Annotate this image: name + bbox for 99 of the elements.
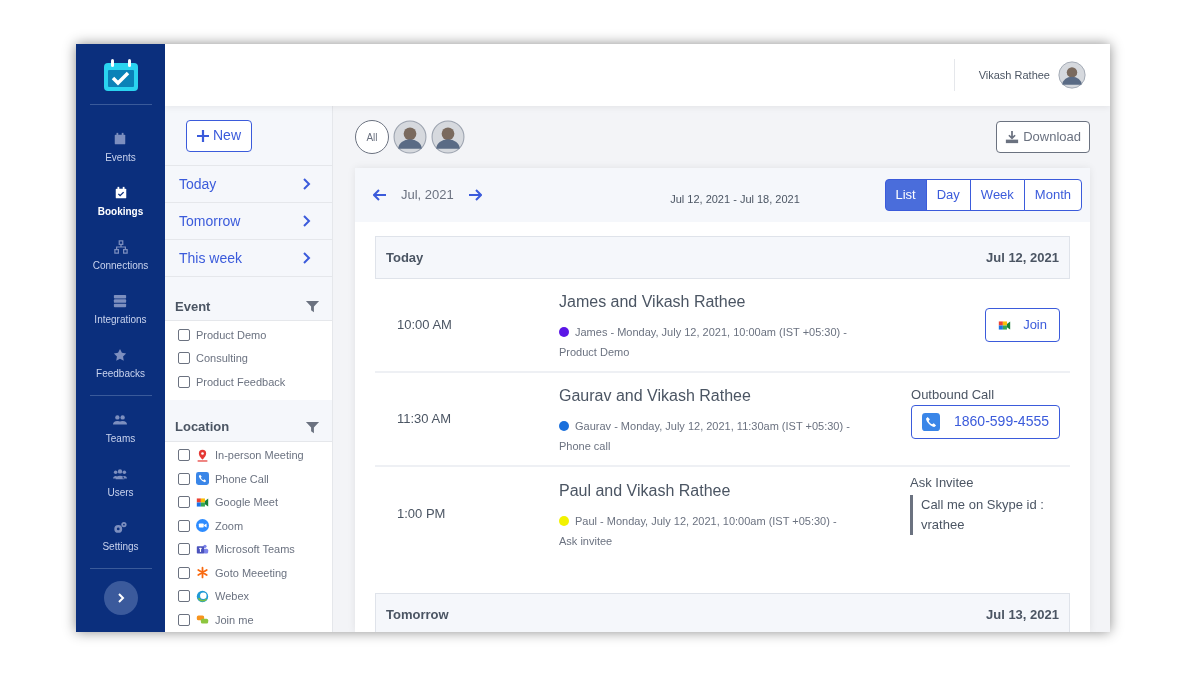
user-avatar[interactable] — [1058, 61, 1086, 89]
booking-details: James - Monday, July 12, 2021, 10:00am (IST +05:30) - — [575, 325, 847, 340]
filter-option-label[interactable]: Phone Call — [215, 470, 269, 487]
calendar-icon — [113, 131, 128, 146]
day-label: Tomorrow — [386, 605, 449, 624]
checkbox[interactable] — [178, 352, 190, 365]
arrow-left-icon[interactable] — [373, 189, 387, 201]
all-people-button[interactable]: All — [355, 120, 389, 154]
person-avatar[interactable] — [393, 120, 427, 154]
calendar-check-icon — [113, 185, 128, 200]
filter-option-label[interactable]: Zoom — [215, 517, 244, 534]
sphere-icon — [196, 589, 209, 603]
booking-time: 10:00 AM — [396, 316, 453, 335]
plus-icon — [197, 129, 209, 142]
sidebar-item[interactable]: Events — [105, 121, 136, 175]
video-camera-icon — [196, 495, 209, 509]
sidebar-item[interactable]: Teams — [102, 402, 139, 456]
checkbox[interactable] — [178, 449, 190, 462]
map-pin-icon — [196, 448, 209, 462]
filter-icon[interactable] — [305, 299, 320, 314]
checkbox[interactable] — [178, 543, 190, 556]
checkbox[interactable] — [178, 613, 190, 626]
filter-option-label[interactable]: In-person Meeting — [215, 447, 304, 464]
sidebar-item[interactable]: Feedbacks — [96, 337, 145, 391]
view-tab[interactable]: Month — [1023, 179, 1082, 211]
phone-icon — [922, 412, 940, 431]
download-button[interactable]: Download — [996, 121, 1090, 153]
filter-option-label[interactable]: Consulting — [196, 350, 248, 367]
sidebar-item[interactable]: Settings — [102, 510, 139, 564]
view-tab[interactable]: Week — [969, 179, 1025, 211]
phone-icon — [196, 472, 209, 486]
checkbox[interactable] — [178, 496, 190, 509]
chevron-right-icon — [302, 177, 312, 191]
quick-filter-item[interactable]: Today — [165, 166, 332, 203]
people-icon — [196, 542, 209, 556]
location-label: Outbound Call — [911, 386, 995, 405]
team-icon — [113, 412, 128, 427]
day-date: Jul 13, 2021 — [986, 605, 1059, 624]
booking-title[interactable]: Paul and Vikash Rathee — [559, 479, 910, 503]
new-button[interactable]: New — [186, 119, 252, 152]
checkbox[interactable] — [178, 590, 190, 603]
filter-option-label[interactable]: Microsoft Teams — [215, 541, 295, 558]
phone-number-button[interactable]: 1860-599-4555 — [911, 404, 1060, 439]
checkbox[interactable] — [178, 472, 190, 485]
date-range: Jul 12, 2021 - Jul 18, 2021 — [670, 191, 800, 207]
star-icon — [113, 347, 128, 362]
calendar-check-icon[interactable] — [102, 58, 139, 92]
checkbox[interactable] — [178, 519, 190, 532]
filter-icon[interactable] — [305, 419, 320, 435]
filter-heading: Event — [175, 297, 211, 316]
expand-button[interactable] — [103, 581, 138, 615]
quick-filter-item[interactable]: This week — [165, 240, 332, 277]
chevron-right-icon — [116, 593, 125, 603]
filter-option-label[interactable]: Product Demo — [196, 326, 267, 343]
invitee-note: Call me on Skype id : vrathee — [910, 494, 1070, 535]
chat-bubbles-icon — [196, 613, 209, 627]
view-tab[interactable]: List — [884, 179, 927, 211]
sidebar-item[interactable]: Users — [102, 456, 139, 510]
video-camera-icon — [998, 318, 1012, 332]
asterisk-icon — [196, 566, 209, 580]
checkbox[interactable] — [178, 566, 190, 579]
person-avatar[interactable] — [431, 120, 465, 154]
day-label: Today — [386, 248, 424, 267]
event-type: Phone call — [559, 438, 612, 454]
gears-icon — [113, 520, 128, 535]
download-icon — [1005, 130, 1020, 144]
video-camera-icon — [196, 519, 209, 533]
sidebar-item[interactable]: Bookings — [97, 175, 144, 229]
chevron-right-icon — [302, 251, 312, 265]
booking-title[interactable]: James and Vikash Rathee — [559, 290, 910, 314]
users-icon — [113, 466, 128, 481]
filter-option-label[interactable]: Google Meet — [215, 494, 278, 511]
checkbox[interactable] — [178, 328, 190, 341]
booking-title[interactable]: Gaurav and Vikash Rathee — [559, 384, 910, 408]
join-button[interactable]: Join — [985, 308, 1060, 342]
booking-time: 11:30 AM — [396, 410, 452, 429]
day-date: Jul 12, 2021 — [986, 248, 1059, 267]
filter-option-label[interactable]: Goto Meeeting — [215, 564, 288, 581]
booking-details: Paul - Monday, July 12, 2021, 10:00am (IST +05:30) - — [575, 514, 837, 529]
checkbox[interactable] — [178, 375, 190, 388]
location-label: Ask Invitee — [910, 474, 974, 493]
filter-option-label[interactable]: Join me — [215, 611, 254, 628]
filter-heading: Location — [175, 418, 230, 437]
event-type: Ask invitee — [559, 533, 614, 549]
quick-filter-item[interactable]: Tomorrow — [165, 203, 332, 240]
user-name[interactable]: Vikash Rathee — [978, 66, 1050, 84]
filter-option-label[interactable]: Product Feedback — [196, 373, 286, 390]
server-icon — [113, 293, 128, 308]
chevron-right-icon — [302, 214, 312, 228]
month-label: Jul, 2021 — [401, 186, 454, 205]
sidebar-item[interactable]: Integrations — [94, 283, 147, 337]
event-type: Product Demo — [559, 344, 631, 360]
filter-option-label[interactable]: Webex — [215, 588, 250, 605]
network-icon — [113, 239, 128, 254]
sidebar-item[interactable]: Connections — [92, 229, 149, 283]
view-tab[interactable]: Day — [925, 179, 971, 211]
booking-details: Gaurav - Monday, July 12, 2021, 11:30am (IST +05:30) - — [575, 419, 850, 434]
booking-time: 1:00 PM — [396, 505, 447, 524]
arrow-right-icon[interactable] — [467, 189, 482, 201]
